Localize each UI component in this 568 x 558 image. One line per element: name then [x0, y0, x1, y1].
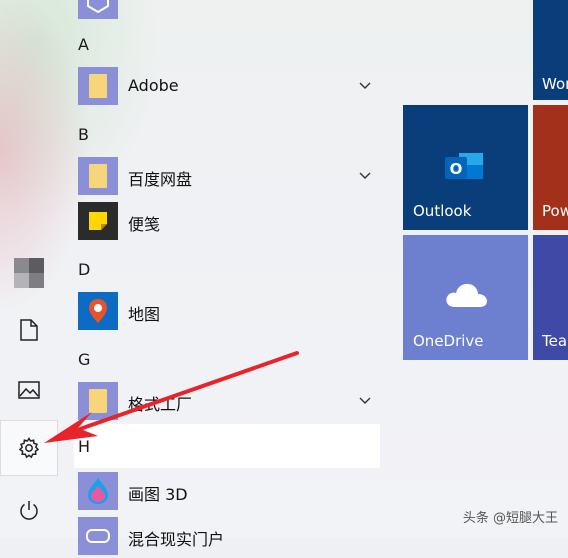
app-item-format-factory[interactable]: 格式工厂 — [74, 379, 380, 423]
power-icon — [20, 501, 38, 520]
app-item-adobe[interactable]: Adobe — [74, 64, 380, 108]
app-icon — [78, 0, 118, 19]
letter-label: B — [78, 125, 89, 144]
app-item-maps[interactable]: 地图 — [74, 289, 380, 333]
chevron-down-icon[interactable] — [358, 393, 372, 407]
tile-label: Wor — [542, 75, 568, 93]
app-label: 地图 — [128, 305, 161, 324]
app-label: 混合现实门户 — [128, 530, 225, 549]
letter-header-d[interactable]: D — [74, 247, 380, 291]
list-item[interactable] — [74, 0, 380, 22]
tile-word[interactable]: Wor — [533, 0, 568, 100]
sticky-notes-icon — [78, 202, 118, 240]
folder-icon — [78, 67, 118, 105]
app-item-paint-3d[interactable]: 画图 3D — [74, 469, 380, 513]
outlook-icon: O — [445, 151, 485, 189]
letter-label: D — [78, 260, 91, 279]
letter-label: G — [78, 350, 91, 369]
mixed-reality-icon — [78, 517, 118, 555]
letter-header-b[interactable]: B — [74, 112, 380, 156]
app-item-sticky-notes[interactable]: 便笺 — [74, 199, 380, 243]
tile-label: Outlook — [413, 202, 472, 220]
paint3d-icon — [78, 472, 118, 510]
cloud-icon — [443, 281, 489, 315]
document-icon — [20, 319, 38, 341]
app-label: 百度网盘 — [128, 170, 193, 189]
app-item-mixed-reality[interactable]: 混合现实门户 — [74, 514, 380, 558]
svg-text:O: O — [450, 160, 463, 178]
tile-label: Pow — [542, 202, 568, 220]
app-item-baidu-netdisk[interactable]: 百度网盘 — [74, 154, 380, 198]
app-label: 画图 3D — [128, 485, 188, 504]
chevron-down-icon[interactable] — [358, 168, 372, 182]
start-rail — [0, 0, 58, 538]
user-account-button[interactable] — [0, 245, 58, 301]
power-button[interactable] — [0, 482, 58, 538]
letter-header-h[interactable]: H — [74, 424, 380, 468]
letter-header-a[interactable]: A — [74, 22, 380, 66]
watermark: 头条 @短腿大王 — [462, 511, 558, 526]
letter-label: A — [78, 35, 89, 54]
maps-icon — [78, 292, 118, 330]
documents-button[interactable] — [0, 302, 58, 358]
letter-header-g[interactable]: G — [74, 337, 380, 381]
app-label: 便笺 — [128, 215, 161, 234]
tile-label: Tear — [542, 332, 568, 350]
settings-icon — [18, 437, 40, 459]
tile-onedrive[interactable]: OneDrive — [403, 235, 528, 360]
letter-label: H — [78, 437, 91, 456]
app-list: A Adobe B 百度网盘 便笺 D 地图 G 格式工厂 H 画图 3D 混合… — [74, 0, 380, 555]
folder-icon — [78, 382, 118, 420]
tile-label: OneDrive — [413, 332, 484, 350]
app-label: Adobe — [128, 76, 179, 95]
pictures-button[interactable] — [0, 362, 58, 418]
tile-teams[interactable]: Tear — [533, 235, 568, 360]
avatar — [14, 258, 44, 288]
tile-powerpoint[interactable]: Pow — [533, 105, 568, 230]
folder-icon — [78, 157, 118, 195]
app-label: 格式工厂 — [128, 395, 193, 414]
tile-outlook[interactable]: O Outlook — [403, 105, 528, 230]
chevron-down-icon[interactable] — [358, 78, 372, 92]
settings-button[interactable] — [0, 420, 58, 476]
pictures-icon — [18, 381, 40, 399]
